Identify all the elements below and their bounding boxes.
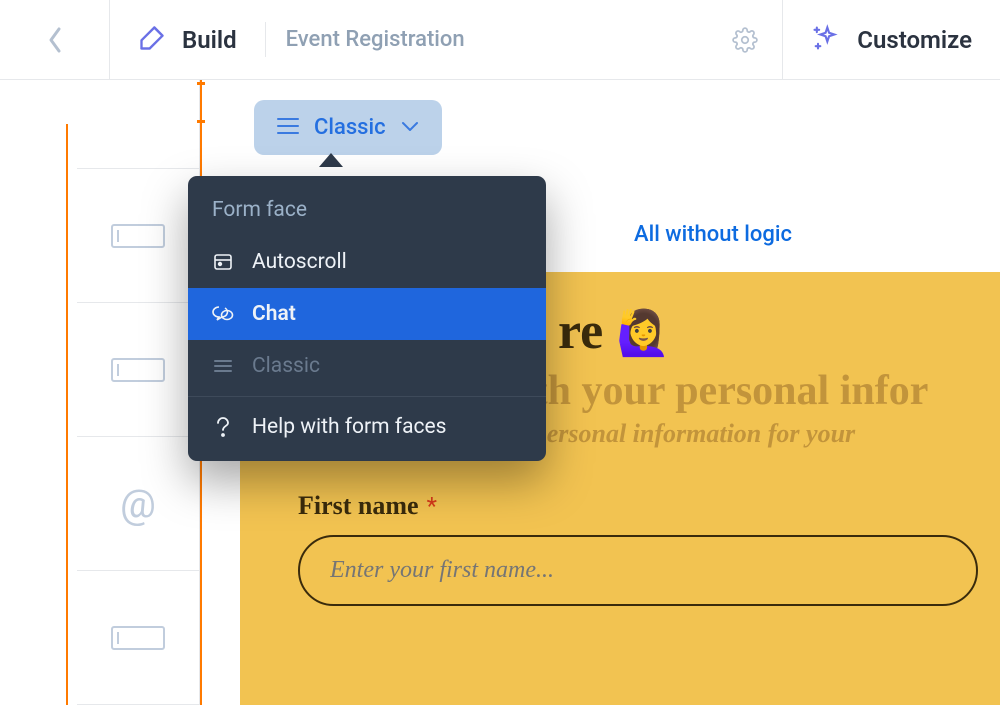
form-face-selector[interactable]: Classic bbox=[254, 100, 442, 155]
dropdown-item-help[interactable]: Help with form faces bbox=[188, 401, 546, 453]
build-label: Build bbox=[182, 26, 237, 54]
rail-item[interactable] bbox=[77, 303, 199, 437]
form-heading: re 🙋‍♀️ bbox=[558, 302, 1000, 361]
rail-item[interactable] bbox=[77, 571, 199, 705]
canvas: Classic Form face Autoscroll Chat bbox=[200, 80, 1000, 705]
classic-icon bbox=[212, 358, 234, 374]
chevron-left-icon bbox=[46, 25, 64, 55]
dropdown-header: Form face bbox=[188, 188, 546, 236]
build-tab[interactable]: Build bbox=[110, 0, 265, 79]
dropdown-item-label: Help with form faces bbox=[252, 415, 446, 439]
gear-icon bbox=[732, 27, 758, 53]
dropdown-separator bbox=[188, 396, 546, 397]
form-face-dropdown: Form face Autoscroll Chat Classic bbox=[188, 176, 546, 461]
dropdown-item-label: Autoscroll bbox=[252, 250, 347, 274]
settings-button[interactable] bbox=[708, 0, 783, 79]
wave-emoji: 🙋‍♀️ bbox=[616, 309, 671, 358]
dropdown-item-autoscroll[interactable]: Autoscroll bbox=[188, 236, 546, 288]
dropdown-item-label: Classic bbox=[252, 354, 320, 378]
form-heading-text: re bbox=[558, 303, 616, 360]
text-field-icon bbox=[111, 358, 165, 382]
first-name-label: First name bbox=[298, 491, 419, 520]
rail-item[interactable]: @ bbox=[77, 437, 199, 571]
at-icon: @ bbox=[120, 480, 156, 527]
sparkle-icon bbox=[811, 24, 839, 56]
build-icon bbox=[138, 24, 166, 56]
form-name[interactable]: Event Registration bbox=[266, 0, 709, 79]
required-marker: * bbox=[427, 492, 437, 520]
customize-label: Customize bbox=[857, 26, 972, 54]
dropdown-item-classic: Classic bbox=[188, 340, 546, 392]
customize-tab[interactable]: Customize bbox=[783, 0, 1000, 79]
main-area: @ Classic Form face bbox=[0, 80, 1000, 705]
text-field-icon bbox=[111, 626, 165, 650]
back-button[interactable] bbox=[0, 0, 110, 79]
ruler-line bbox=[66, 124, 68, 705]
ruler-tick bbox=[197, 120, 205, 123]
autoscroll-icon bbox=[212, 252, 234, 272]
chevron-down-icon bbox=[400, 118, 420, 137]
rail-item[interactable] bbox=[77, 80, 199, 169]
form-face-selector-label: Classic bbox=[314, 115, 386, 140]
help-icon bbox=[212, 417, 234, 437]
all-without-logic-link[interactable]: All without logic bbox=[634, 222, 792, 247]
dropdown-item-chat[interactable]: Chat bbox=[188, 288, 546, 340]
text-field-icon bbox=[111, 224, 165, 248]
classic-lines-icon bbox=[276, 116, 300, 140]
first-name-input[interactable] bbox=[298, 535, 978, 606]
left-rail: @ bbox=[0, 80, 200, 705]
dropdown-item-label: Chat bbox=[252, 302, 296, 326]
ruler-tick bbox=[197, 82, 205, 85]
chat-icon bbox=[212, 304, 234, 324]
rail-item[interactable] bbox=[77, 169, 199, 303]
first-name-field: First name * bbox=[298, 491, 942, 606]
top-toolbar: Build Event Registration Customize bbox=[0, 0, 1000, 80]
